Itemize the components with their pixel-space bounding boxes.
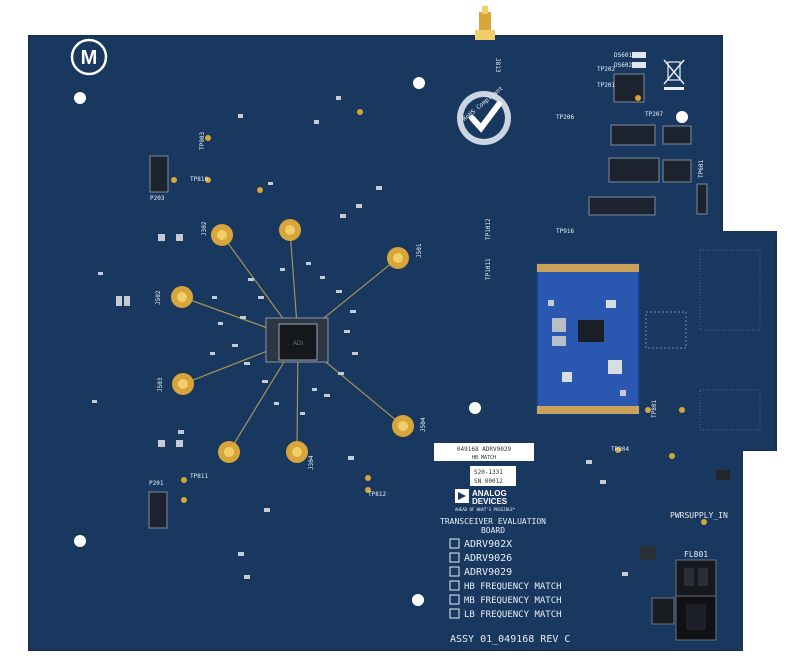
svg-text:TP1011: TP1011 — [485, 258, 492, 280]
daughter-card-module — [536, 263, 640, 415]
svg-text:TP916: TP916 — [556, 228, 574, 235]
svg-text:TP801: TP801 — [651, 400, 658, 418]
svg-text:BOARD: BOARD — [481, 526, 505, 535]
svg-text:TRANSCEIVER EVALUATION: TRANSCEIVER EVALUATION — [440, 517, 546, 526]
svg-text:M: M — [81, 47, 98, 69]
svg-text:DS602: DS602 — [614, 62, 632, 69]
svg-text:TP812: TP812 — [368, 491, 386, 498]
svg-text:TP903: TP903 — [199, 132, 206, 150]
assembly-label: ASSY 01_049168 REV C — [450, 634, 570, 645]
mounting-hole — [676, 111, 688, 123]
mounting-hole — [413, 77, 425, 89]
svg-text:J504: J504 — [420, 417, 427, 432]
svg-text:ADRV9029: ADRV9029 — [464, 567, 512, 578]
svg-text:TP206: TP206 — [556, 114, 574, 121]
svg-text:HB MATCH: HB MATCH — [472, 455, 496, 461]
svg-text:J503: J503 — [157, 377, 164, 392]
svg-text:PWRSUPPLY_IN: PWRSUPPLY_IN — [670, 511, 728, 520]
part-label: 049168 ADRV9029 HB MATCH — [434, 443, 534, 461]
serial-label: S20-1331 SN 00012 — [470, 466, 516, 486]
svg-text:P203: P203 — [150, 195, 165, 202]
evaluation-board-photo: M RoHS Compliant J813 DS601 DS602 P203 P… — [28, 6, 777, 651]
svg-text:TP804: TP804 — [611, 446, 629, 453]
top-sma-connector — [475, 6, 495, 40]
mounting-hole — [469, 402, 481, 414]
svg-text:AHEAD OF WHAT'S POSSIBLE™: AHEAD OF WHAT'S POSSIBLE™ — [455, 507, 516, 512]
svg-text:FL801: FL801 — [684, 550, 708, 559]
svg-text:P201: P201 — [149, 480, 164, 487]
svg-text:MB FREQUENCY MATCH: MB FREQUENCY MATCH — [464, 596, 562, 606]
svg-text:TP810: TP810 — [190, 176, 208, 183]
svg-text:ADI: ADI — [293, 341, 303, 347]
svg-text:DS601: DS601 — [614, 52, 632, 59]
svg-text:TP207: TP207 — [645, 111, 663, 118]
svg-text:TP202: TP202 — [597, 66, 615, 73]
svg-text:J501: J501 — [416, 243, 423, 258]
svg-text:J304: J304 — [308, 455, 315, 470]
svg-text:LB FREQUENCY MATCH: LB FREQUENCY MATCH — [464, 610, 562, 620]
svg-text:TP1012: TP1012 — [485, 218, 492, 240]
svg-text:TP811: TP811 — [190, 473, 208, 480]
svg-text:ADRV9026: ADRV9026 — [464, 553, 512, 564]
svg-text:TP601: TP601 — [698, 160, 705, 178]
mounting-hole — [74, 535, 86, 547]
svg-text:HB FREQUENCY MATCH: HB FREQUENCY MATCH — [464, 582, 562, 592]
transceiver-chip: ADI — [265, 317, 329, 363]
svg-text:J502: J502 — [155, 290, 162, 305]
svg-text:ADRV902X: ADRV902X — [464, 539, 512, 550]
svg-text:DEVICES: DEVICES — [472, 497, 508, 506]
svg-text:049168 ADRV9029: 049168 ADRV9029 — [457, 446, 512, 453]
svg-text:TP201: TP201 — [597, 82, 615, 89]
svg-text:J302: J302 — [201, 221, 208, 236]
svg-text:SN 00012: SN 00012 — [474, 478, 503, 485]
header-p203 — [149, 155, 169, 193]
svg-text:J813: J813 — [494, 58, 501, 73]
mounting-hole — [74, 92, 86, 104]
header-p201 — [148, 491, 168, 529]
svg-text:S20-1331: S20-1331 — [474, 469, 503, 476]
mounting-hole — [412, 594, 424, 606]
